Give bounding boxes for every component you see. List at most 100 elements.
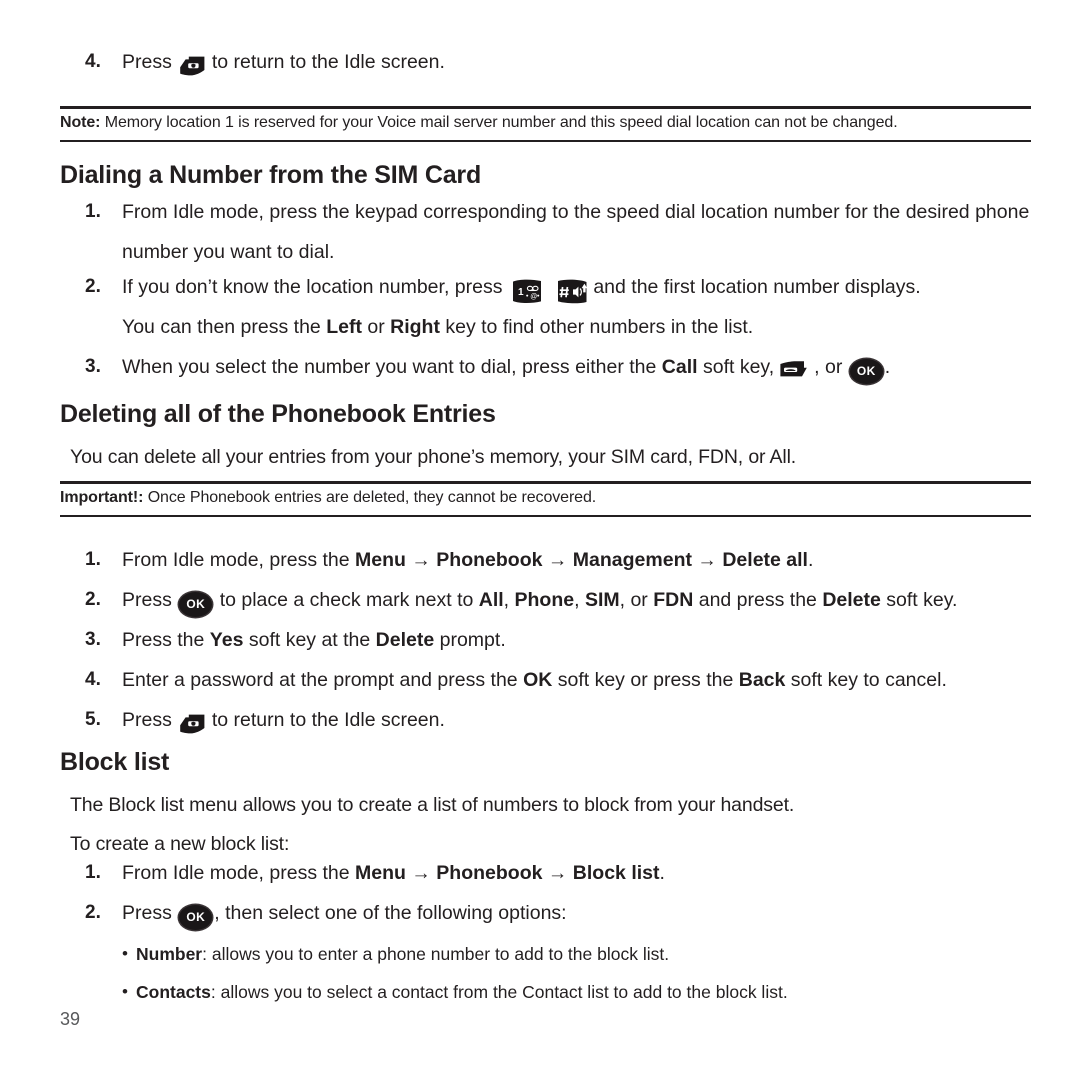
step-text-sep: , or <box>814 356 843 378</box>
step-line2-mid: or <box>367 316 385 338</box>
list-number: 2. <box>85 902 101 923</box>
list-number: 2. <box>85 589 101 610</box>
send-key-icon <box>777 359 811 383</box>
block-intro-1: The Block list menu allows you to create… <box>70 794 795 816</box>
key-right-label: Right <box>390 316 440 338</box>
note-label: Note: <box>60 114 101 131</box>
list-text: Enter a password at the prompt and press… <box>122 660 1031 700</box>
list-text: Press OK, then select one of the followi… <box>122 893 1031 933</box>
list-number: 2. <box>85 276 101 297</box>
keypad-hash-key-icon <box>555 278 591 305</box>
list-item: 1. From Idle mode, press the Menu → Phon… <box>85 540 1031 580</box>
menu-path-menu: Menu <box>355 862 406 884</box>
svg-text:1: 1 <box>518 287 524 298</box>
step-text-post: to return to the Idle screen. <box>211 709 445 731</box>
end-key-icon <box>175 54 209 78</box>
important-rule-top <box>60 481 1031 484</box>
list-item: 3. When you select the number you want t… <box>85 347 1031 387</box>
menu-path-delete-all: Delete all <box>722 549 808 571</box>
step-text-post: and the first location number displays. <box>593 276 921 298</box>
list-text: Press to return to the Idle screen. <box>122 42 1031 82</box>
step-text-pre: When you select the number you want to d… <box>122 356 657 378</box>
step-line2-post: key to find other numbers in the list. <box>445 316 754 338</box>
important-box: Important!: Once Phonebook entries are d… <box>60 487 1031 509</box>
list-item: 2. If you don’t know the location number… <box>85 267 1031 347</box>
step-text-mid: soft key at the <box>248 629 371 651</box>
list-text: Press to return to the Idle screen. <box>122 700 1031 740</box>
list-item: 4. Enter a password at the prompt and pr… <box>85 660 1031 700</box>
list-text: If you don’t know the location number, p… <box>122 267 1031 347</box>
step-text-post: soft key. <box>886 589 958 611</box>
list-item: 2. Press OK to place a check mark next t… <box>85 580 1031 620</box>
step-line2-pre: You can then press the <box>122 316 321 338</box>
bullet-text: Contacts: allows you to select a contact… <box>136 973 1031 1011</box>
menu-path-phonebook: Phonebook <box>436 862 543 884</box>
ok-key-icon: OK <box>179 591 213 617</box>
step-text-post: . <box>807 549 814 571</box>
ok-key-icon: OK <box>849 358 883 384</box>
list-item: 1. From Idle mode, press the keypad corr… <box>85 192 1031 272</box>
step-text-pre: If you don’t know the location number, p… <box>122 276 503 298</box>
list-number: 4. <box>85 669 101 690</box>
ok-key-icon: OK <box>179 904 213 930</box>
step-text-post: , then select one of the following optio… <box>214 902 567 924</box>
list-item: 3. Press the Yes soft key at the Delete … <box>85 620 1031 660</box>
list-item: 5. Press to return to the Idle screen. <box>85 700 1031 740</box>
call-softkey-label: Call <box>661 356 698 378</box>
step-text-pre: Press <box>122 709 172 731</box>
note-text: Memory location 1 is reserved for your V… <box>104 114 898 131</box>
step-text-pre: Enter a password at the prompt and press… <box>122 669 518 691</box>
delete-intro-text: You can delete all your entries from you… <box>70 446 797 468</box>
menu-path-arrow-2: → <box>547 862 568 884</box>
bullet-term-contacts: Contacts <box>136 982 211 1002</box>
step-text-post: . <box>884 356 891 378</box>
list-item: 4. Press to return to the Idle screen. <box>85 42 1031 82</box>
manual-page: 4. Press to return to the Idle screen. No… <box>0 0 1080 1080</box>
important-label: Important!: <box>60 489 144 506</box>
bullet-icon: • <box>122 944 128 963</box>
page-number: 39 <box>60 1009 81 1029</box>
option-all: All <box>478 589 504 611</box>
step-text-post: prompt. <box>439 629 506 651</box>
step-text-pre: From Idle mode, press the <box>122 549 350 571</box>
list-number: 5. <box>85 709 101 730</box>
step-text-post: . <box>659 862 665 884</box>
note-rule-top <box>60 106 1031 109</box>
step-line-2: number you want to dial. <box>122 241 335 263</box>
bullet-icon: • <box>122 982 128 1001</box>
list-text: From Idle mode, press the Menu → Phonebo… <box>122 853 1031 893</box>
list-text: From Idle mode, press the keypad corresp… <box>122 192 1031 272</box>
step-text-pre: Press <box>122 51 172 73</box>
keypad-1-key-icon: 1 @ <box>510 278 546 305</box>
heading-dialing-sim: Dialing a Number from the SIM Card <box>60 161 482 189</box>
list-text: Press the Yes soft key at the Delete pro… <box>122 620 1031 660</box>
menu-path-arrow-3: → <box>697 549 717 571</box>
step-text-mid: to place a check mark next to <box>219 589 474 611</box>
option-fdn: FDN <box>653 589 694 611</box>
important-rule-bottom <box>60 515 1031 517</box>
menu-path-block-list: Block list <box>572 862 660 884</box>
step-text-pre: Press <box>122 902 172 924</box>
step-line-1: From Idle mode, press the keypad corresp… <box>122 201 1030 223</box>
important-text: Once Phonebook entries are deleted, they… <box>147 489 597 506</box>
heading-deleting-entries: Deleting all of the Phonebook Entries <box>60 400 496 428</box>
menu-path-arrow-2: → <box>547 549 568 571</box>
bullet-text: Number: allows you to enter a phone numb… <box>136 935 1031 973</box>
yes-softkey-label: Yes <box>209 629 244 651</box>
key-left-label: Left <box>326 316 362 338</box>
menu-path-arrow-1: → <box>411 549 431 571</box>
step-text-post: to return to the Idle screen. <box>211 51 445 73</box>
list-item: • Number: allows you to enter a phone nu… <box>122 935 1031 973</box>
list-text: When you select the number you want to d… <box>122 347 1031 387</box>
bullet-desc: : allows you to enter a phone number to … <box>202 944 670 964</box>
list-text: From Idle mode, press the Menu → Phonebo… <box>122 540 1031 580</box>
bullet-term-number: Number <box>136 944 203 964</box>
step-text-mid2: and press the <box>698 589 817 611</box>
list-item: 1. From Idle mode, press the Menu → Phon… <box>85 853 1031 893</box>
note-rule-bottom <box>60 140 1031 142</box>
step-text-pre: From Idle mode, press the <box>122 862 350 884</box>
step-text-pre: Press <box>122 589 172 611</box>
menu-path-menu: Menu <box>355 549 406 571</box>
menu-path-arrow-1: → <box>411 862 431 884</box>
list-number: 1. <box>85 862 101 883</box>
